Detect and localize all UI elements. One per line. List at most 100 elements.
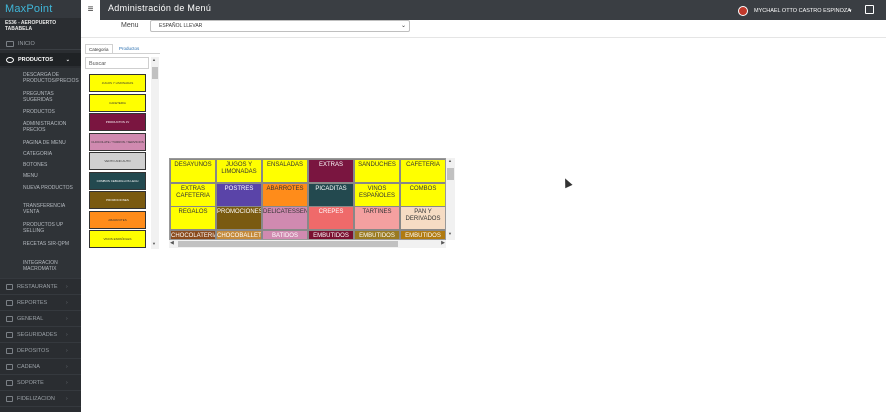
sidebar-subitem[interactable]: CATEGORIA [23, 151, 79, 157]
sidebar-section-label: REPORTES [17, 299, 48, 306]
scroll-thumb[interactable] [178, 241, 398, 247]
sidebar-section-general[interactable]: GENERAL › [0, 310, 81, 326]
sidebar-section-soporte[interactable]: SOPORTE › [0, 374, 81, 390]
app-logo: MaxPoint [0, 0, 81, 18]
product-tile[interactable]: ENSALADAS [262, 159, 308, 183]
square-icon [6, 41, 14, 47]
sidebar-subitem[interactable]: PRODUCTOS UP SELLING [23, 222, 79, 234]
product-tile[interactable]: COMBOS [400, 182, 445, 207]
category-item[interactable]: VINOS ESPAÑOLES [89, 230, 146, 248]
sidebar-subitem[interactable]: ADMINISTRACION PRECIOS [23, 121, 79, 133]
sidebar-subitem[interactable]: RECETAS SIR-QPM [23, 241, 79, 247]
product-tile[interactable]: ABARROTES [262, 182, 308, 207]
sidebar-item-label: INICIO [18, 41, 35, 47]
avatar[interactable] [738, 6, 748, 16]
sidebar-section-seguridades[interactable]: SEGURIDADES › [0, 326, 81, 342]
category-item[interactable]: PRODUCTOS JV [89, 113, 146, 131]
menu-select-value: ESPAÑOL LLEVAR [159, 23, 203, 29]
product-grid: DESAYUNOS JUGOS Y LIMONADAS ENSALADAS EXTRA… [169, 158, 446, 240]
sidebar-subitem[interactable]: NUEVA PRODUCTOS [23, 185, 79, 191]
chevron-right-icon: › [66, 395, 68, 402]
chevron-down-icon[interactable]: ▾ [849, 8, 852, 14]
product-tile[interactable]: BATIDOS JUGOS [262, 229, 308, 239]
tab-categoria[interactable]: Categoria [85, 44, 113, 53]
sidebar-section-fidelizacion[interactable]: FIDELIZACION › [0, 390, 81, 406]
productos-submenu: DESCARGA DE PRODUCTOS/PRECIOS PREGUNTAS S… [0, 68, 81, 278]
section-icon [6, 299, 13, 306]
product-tile[interactable]: TARTINES [354, 206, 400, 230]
product-tile[interactable]: PAN Y DERIVADOS [400, 206, 445, 230]
category-item[interactable]: VENTO AND AUTO [89, 152, 146, 170]
category-item[interactable]: JUGOS Y LIMONADAS [89, 74, 146, 92]
sidebar-subitem[interactable]: MENU [23, 173, 79, 179]
sidebar-section-promociones[interactable]: PROMOCIONES› [0, 406, 81, 412]
search-input[interactable]: Buscar [85, 57, 149, 69]
sidebar-section-restaurante[interactable]: RESTAURANTE › [0, 278, 81, 294]
product-tile[interactable]: POSTRES [216, 182, 262, 207]
section-icon [6, 395, 13, 402]
hamburger-icon[interactable]: ≡ [81, 0, 100, 20]
scroll-down-icon[interactable]: ▼ [152, 241, 156, 246]
product-tile[interactable]: EXTRAS CAFETERIA [170, 182, 216, 207]
sidebar-section-cadena[interactable]: CADENA › [0, 358, 81, 374]
grid-horizontal-scrollbar[interactable]: ◀ ▶ [169, 240, 446, 248]
category-item[interactable]: CAFETERIA [89, 93, 146, 112]
sidebar-subitem[interactable]: TRANSFERENCIA VENTA [23, 203, 79, 215]
sidebar-subitem[interactable]: PREGUNTAS SUGERIDAS [23, 91, 79, 103]
scroll-thumb[interactable] [152, 67, 158, 79]
section-icon [6, 315, 13, 322]
chevron-right-icon: › [66, 379, 68, 386]
product-tile[interactable]: DELICATESSEN [262, 206, 308, 230]
sidebar-section-label: RESTAURANTE [17, 283, 58, 290]
category-item[interactable]: ABARROTES [89, 210, 146, 229]
product-tile[interactable]: JUGOS Y LIMONADAS [216, 159, 262, 183]
menu-select[interactable]: ESPAÑOL LLEVAR ⌄ [150, 20, 410, 32]
chevron-right-icon: › [66, 331, 68, 338]
product-tile[interactable]: EMBUTIDOS [354, 229, 400, 239]
scroll-left-icon[interactable]: ◀ [170, 240, 174, 246]
product-tile[interactable]: SANDUCHES [354, 159, 400, 183]
product-tile[interactable]: CREPES [308, 206, 354, 230]
product-tile[interactable]: CHOCOBALLET [216, 229, 262, 239]
grid-vertical-scrollbar[interactable]: ▲ ▼ [446, 158, 455, 240]
sidebar-item-productos[interactable]: PRODUCTOS ⌄ [0, 53, 81, 66]
store-name: E536 - AEROPUERTO TABABELA [5, 20, 57, 32]
product-tile[interactable]: PROMOCIONES [216, 206, 262, 230]
product-tile[interactable]: EXTRAS [308, 159, 354, 183]
exit-icon[interactable] [865, 5, 874, 14]
sidebar-subitem[interactable]: DESCARGA DE PRODUCTOS/PRECIOS [23, 72, 79, 84]
product-tile[interactable]: CAFETERIA [400, 159, 445, 183]
sidebar-subitem[interactable]: BOTONES [23, 162, 79, 168]
product-tile[interactable]: EMBUTIDOS [308, 229, 354, 239]
category-item[interactable]: CHOCOLATE / TURRON / SERVICIOS [89, 132, 146, 151]
user-name[interactable]: MYCHAEL OTTO CASTRO ESPINOZA [754, 8, 851, 14]
divider [81, 37, 886, 38]
product-tile[interactable]: PICADITAS [308, 182, 354, 207]
sidebar-section-reportes[interactable]: REPORTES › [0, 294, 81, 310]
product-tile[interactable]: DESAYUNOS [170, 159, 216, 183]
product-tile[interactable]: REGALOS [170, 206, 216, 230]
category-item[interactable]: PROMOCIONES [89, 191, 146, 209]
product-tile[interactable]: CHOCOLATERIA [170, 229, 216, 239]
category-item[interactable]: COMBOS CEBADILLOS LECH [89, 171, 146, 190]
scroll-down-icon[interactable]: ▼ [448, 231, 452, 236]
sidebar-item-inicio[interactable]: INICIO [0, 39, 81, 50]
product-tile[interactable]: VINOS ESPAÑOLES [354, 182, 400, 207]
sidebar-section-depositos[interactable]: DEPOSITOS › [0, 342, 81, 358]
section-icon [6, 283, 13, 290]
sidebar-subitem[interactable]: INTEGRACION MACROMATIX [23, 260, 79, 272]
sidebar-subitem[interactable]: PAGINA DE MENU [23, 140, 79, 146]
section-icon [6, 347, 13, 354]
sidebar-section-label: SOPORTE [17, 379, 44, 386]
scroll-right-icon[interactable]: ▶ [441, 240, 445, 246]
clock-icon [6, 56, 14, 63]
chevron-right-icon: › [66, 363, 68, 370]
sidebar-item-label: PRODUCTOS [18, 56, 54, 63]
scroll-up-icon[interactable]: ▲ [152, 57, 156, 62]
scroll-up-icon[interactable]: ▲ [448, 158, 452, 163]
tab-productos[interactable]: Productos [116, 44, 142, 53]
sidebar-subitem[interactable]: PRODUCTOS [23, 109, 79, 115]
product-tile[interactable]: EMBUTIDOS [400, 229, 445, 239]
scroll-thumb[interactable] [447, 168, 454, 180]
category-scrollbar[interactable]: ▲ ▼ [151, 57, 159, 249]
